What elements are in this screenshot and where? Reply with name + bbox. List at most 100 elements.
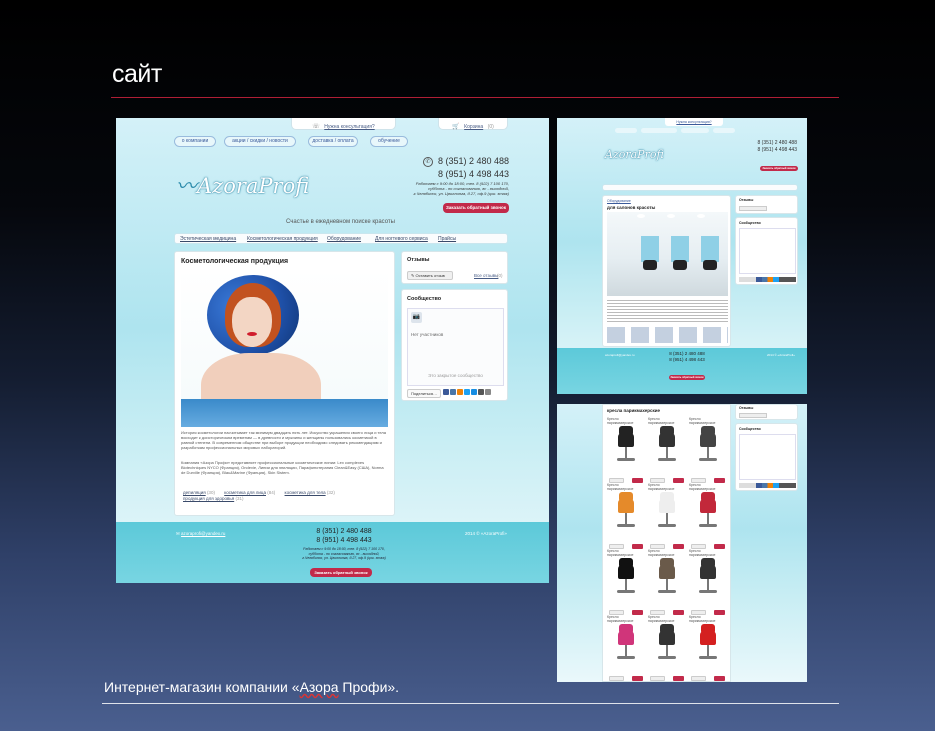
buy-button[interactable] (673, 676, 684, 681)
cart-link[interactable]: Корзина (464, 124, 483, 130)
chair-seat (700, 433, 716, 447)
buy-button[interactable] (632, 676, 643, 681)
ok-icon[interactable] (457, 389, 464, 395)
cat-link-depilation[interactable]: депиляция (183, 490, 206, 495)
reviews-panel-small: Отзывы (735, 195, 798, 214)
product-card[interactable]: Кресло парикмахерское (648, 483, 686, 549)
mail-icon[interactable] (471, 389, 478, 395)
product-image (689, 623, 727, 665)
product-title[interactable]: Кресло парикмахерское (689, 483, 727, 491)
fb-icon[interactable] (443, 389, 450, 395)
product-image (648, 623, 686, 665)
product-image (607, 623, 645, 665)
product-title[interactable]: Кресло парикмахерское (607, 483, 645, 491)
product-card[interactable]: Кресло парикмахерское (648, 549, 686, 615)
share-row-catalog (739, 483, 796, 488)
product-title[interactable]: Кресло парикмахерское (607, 615, 645, 623)
pencil-icon: ✎ (411, 273, 415, 278)
buy-button[interactable] (714, 676, 725, 681)
product-title[interactable]: Кресло парикмахерское (689, 615, 727, 623)
nav-pill-promos[interactable]: акции / скидки / новости (224, 136, 296, 147)
cat-link-face[interactable]: косметика для лица (224, 490, 266, 495)
product-title[interactable]: Кресло парикмахерское (648, 615, 686, 623)
envelope-icon: ✉ (176, 531, 180, 536)
tw-icon[interactable] (464, 389, 471, 395)
share-row: Поделиться… (407, 389, 504, 398)
community-camera-icon: 📷 (411, 312, 422, 323)
product-card[interactable]: Кресло парикмахерское (689, 549, 727, 615)
working-hours: Работаем с 9:00 до 18:00, тел. 8 (922) 7… (413, 181, 509, 196)
leave-review-catalog (739, 413, 767, 418)
menu-nails[interactable]: Для ногтевого сервиса (375, 236, 428, 242)
cat-link-body[interactable]: косметика для тела (285, 490, 326, 495)
product-image (689, 557, 727, 599)
leave-review-button[interactable]: ✎ Оставить отзыв (407, 271, 453, 280)
phone-secondary-small: 8 (951) 4 498 443 (757, 147, 797, 153)
product-card[interactable]: Кресло парикмахерское (689, 483, 727, 549)
community-title: Сообщество (407, 296, 442, 302)
product-title[interactable]: Кресло парикмахерское (648, 483, 686, 491)
menu-cosmetics[interactable]: Косметологическая продукция (247, 236, 318, 242)
product-title[interactable]: Кресло парикмахерское (689, 417, 727, 425)
product-card[interactable]: Кресло парикмахерское (607, 483, 645, 549)
nav-pill-training[interactable]: обучение (370, 136, 408, 147)
product-card[interactable]: Кресло парикмахерское (607, 549, 645, 615)
reviews-title-catalog: Отзывы (739, 406, 754, 410)
footer-small: azoraprofi@yandex.ru 8 (351) 2 480 488 8… (557, 348, 807, 394)
hero-image (181, 269, 388, 427)
reviews-panel-catalog: Отзывы (735, 404, 798, 420)
product-title[interactable]: Кресло парикмахерское (607, 417, 645, 425)
footer-phone-2: 8 (951) 4 498 443 (316, 537, 372, 544)
site-logo-small: AzoraProfi (605, 148, 664, 161)
pill-small-1 (615, 128, 637, 133)
cat-link-health[interactable]: продукция для здоровья (183, 496, 234, 501)
details-button[interactable] (691, 676, 706, 681)
product-image (689, 491, 727, 533)
share-row-small (739, 277, 796, 282)
product-card[interactable]: Кресло парикмахерское (689, 615, 727, 681)
product-title[interactable]: Кресло парикмахерское (648, 549, 686, 557)
salon-light-3 (697, 214, 705, 218)
phone-primary: 8 (351) 2 480 488 (437, 156, 509, 166)
vk-icon[interactable] (450, 389, 457, 395)
product-title[interactable]: Кресло парикмахерское (648, 417, 686, 425)
salon-chair-2 (673, 260, 687, 270)
equipment-content-panel: Оборудование для салонов красоты (602, 195, 731, 347)
link-icon[interactable] (485, 389, 492, 395)
equipment-title: для салонов красоты (607, 205, 656, 210)
nav-pill-about[interactable]: о компании (174, 136, 216, 147)
consult-link[interactable]: Нужна консультация? (324, 124, 374, 130)
details-button[interactable] (650, 676, 665, 681)
consult-tab[interactable]: ☏ Нужна консультация? (291, 118, 396, 130)
gp-icon[interactable] (478, 389, 485, 395)
site-logo[interactable]: 〰AzoraProfi (176, 170, 309, 200)
product-title[interactable]: Кресло парикмахерское (607, 549, 645, 557)
menu-prices[interactable]: Прайсы (438, 236, 456, 242)
callback-button[interactable]: Заказать обратный звонок (443, 203, 509, 213)
footer-copyright: 2014 © «AzoraProfi» (465, 531, 507, 536)
chair-seat (659, 499, 675, 513)
chair-seat (618, 499, 634, 513)
footer-callback-button[interactable]: Заказать обратный звонок (310, 568, 372, 577)
community-widget: 📷 Нет участников Это закрытое сообщество (407, 308, 504, 386)
product-card[interactable]: Кресло парикмахерское (607, 417, 645, 483)
reviews-title-small: Отзывы (739, 198, 754, 202)
product-image (607, 425, 645, 467)
chair-seat (659, 433, 675, 447)
cart-tab[interactable]: 🛒 Корзина (0) (438, 118, 508, 130)
product-card[interactable]: Кресло парикмахерское (607, 615, 645, 681)
menu-equipment[interactable]: Оборудование (327, 236, 361, 242)
product-title[interactable]: Кресло парикмахерское (689, 549, 727, 557)
menu-aesthetic[interactable]: Эстетическая медицина (180, 236, 236, 242)
community-box-small (739, 228, 796, 274)
nav-pill-delivery[interactable]: доставка / оплата (308, 136, 358, 147)
share-button[interactable]: Поделиться… (407, 389, 442, 398)
equipment-page-screenshot: Нужна консультация? AzoraProfi 8 (351) 2… (557, 118, 807, 394)
details-button[interactable] (609, 676, 624, 681)
product-card[interactable]: Кресло парикмахерское (648, 417, 686, 483)
footer-email[interactable]: ✉ azoraprofi@yandex.ru (176, 531, 225, 537)
product-card[interactable]: Кресло парикмахерское (648, 615, 686, 681)
product-card[interactable]: Кресло парикмахерское (689, 417, 727, 483)
all-reviews-link[interactable]: Все отзывы (474, 273, 498, 278)
no-members-text: Нет участников (411, 332, 444, 337)
